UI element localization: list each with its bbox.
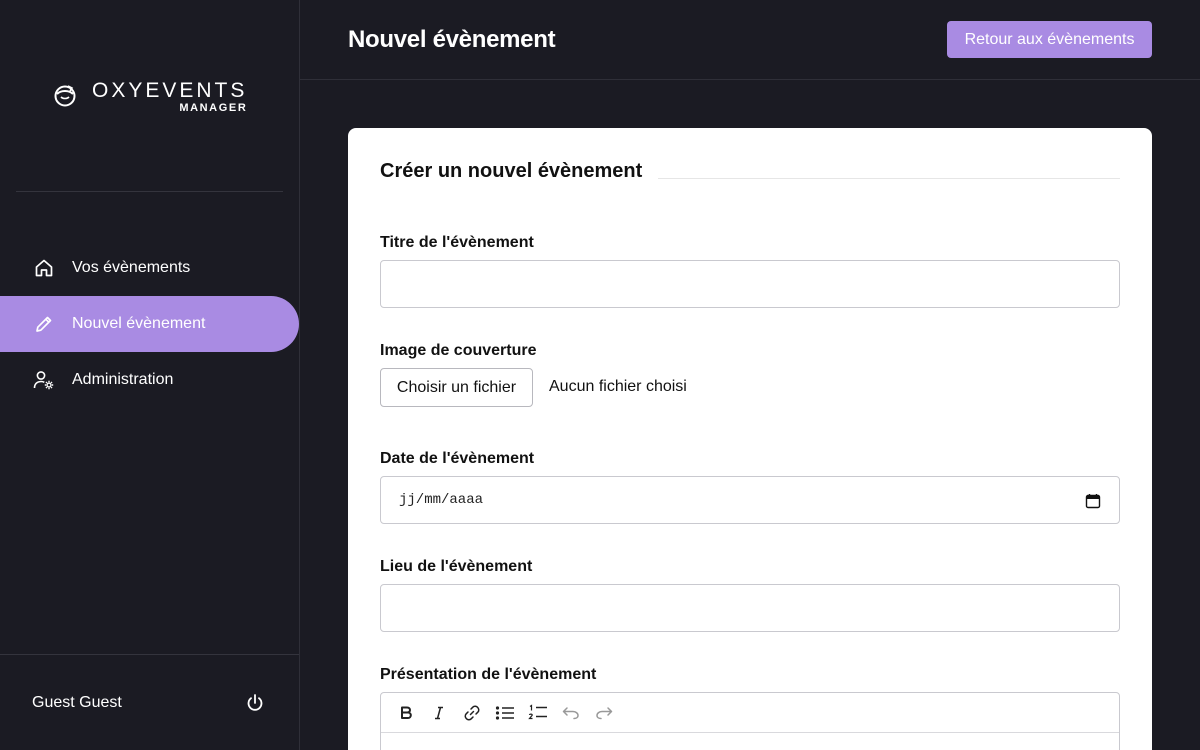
editor-toolbar (381, 693, 1119, 733)
form-section-header: Créer un nouvel évènement (380, 160, 1120, 183)
sidebar-item-vos-evenements[interactable]: Vos évènements (0, 240, 299, 296)
choose-file-button[interactable]: Choisir un fichier (380, 368, 533, 407)
sidebar-item-label: Administration (72, 371, 174, 388)
date-label: Date de l'évènement (380, 450, 535, 467)
link-icon[interactable] (455, 699, 488, 727)
sidebar-item-label: Nouvel évènement (72, 315, 206, 332)
sidebar-nav: Vos évènements Nouvel évènement Administ… (0, 240, 299, 408)
form-section-title: Créer un nouvel évènement (380, 160, 643, 182)
file-status: Aucun fichier choisi (549, 378, 687, 395)
sidebar-item-label: Vos évènements (72, 259, 191, 276)
rich-text-editor[interactable] (380, 692, 1120, 750)
sidebar-divider (16, 191, 283, 192)
sidebar-footer-divider (0, 654, 299, 655)
brand-logo[interactable]: OXYEVENTS MANAGER (52, 80, 247, 114)
brand-name: OXYEVENTS (92, 79, 248, 102)
logo-icon (54, 85, 76, 107)
page-title: Nouvel évènement (348, 26, 556, 53)
location-input[interactable] (380, 584, 1120, 632)
section-divider (658, 178, 1120, 179)
sidebar-item-nouvel-evenement[interactable]: Nouvel évènement (0, 296, 299, 352)
italic-icon[interactable] (422, 699, 455, 727)
user-gear-icon (33, 369, 55, 391)
user-name: Guest Guest (32, 694, 122, 711)
sidebar-item-administration[interactable]: Administration (0, 352, 299, 408)
location-label: Lieu de l'évènement (380, 558, 533, 575)
page-header: Nouvel évènement Retour aux évènements (300, 0, 1200, 80)
date-placeholder: jj/mm/aaaa (399, 492, 484, 508)
description-label: Présentation de l'évènement (380, 666, 597, 683)
pencil-icon (33, 313, 55, 335)
undo-icon[interactable] (554, 699, 587, 727)
numbered-list-icon[interactable] (521, 699, 554, 727)
bullet-list-icon[interactable] (488, 699, 521, 727)
redo-icon[interactable] (587, 699, 620, 727)
power-icon[interactable] (244, 692, 266, 714)
title-label: Titre de l'évènement (380, 234, 534, 251)
title-input[interactable] (380, 260, 1120, 308)
sidebar: OXYEVENTS MANAGER Vos évènements Nouvel … (0, 0, 300, 750)
home-icon (33, 257, 55, 279)
brand-subtitle: MANAGER (179, 102, 248, 114)
date-input[interactable]: jj/mm/aaaa (380, 476, 1120, 524)
cover-label: Image de couverture (380, 342, 537, 359)
back-to-events-button[interactable]: Retour aux évènements (947, 21, 1152, 58)
new-event-form-card: Créer un nouvel évènement Titre de l'évè… (348, 128, 1152, 750)
bold-icon[interactable] (389, 699, 422, 727)
calendar-icon[interactable] (1085, 493, 1101, 509)
